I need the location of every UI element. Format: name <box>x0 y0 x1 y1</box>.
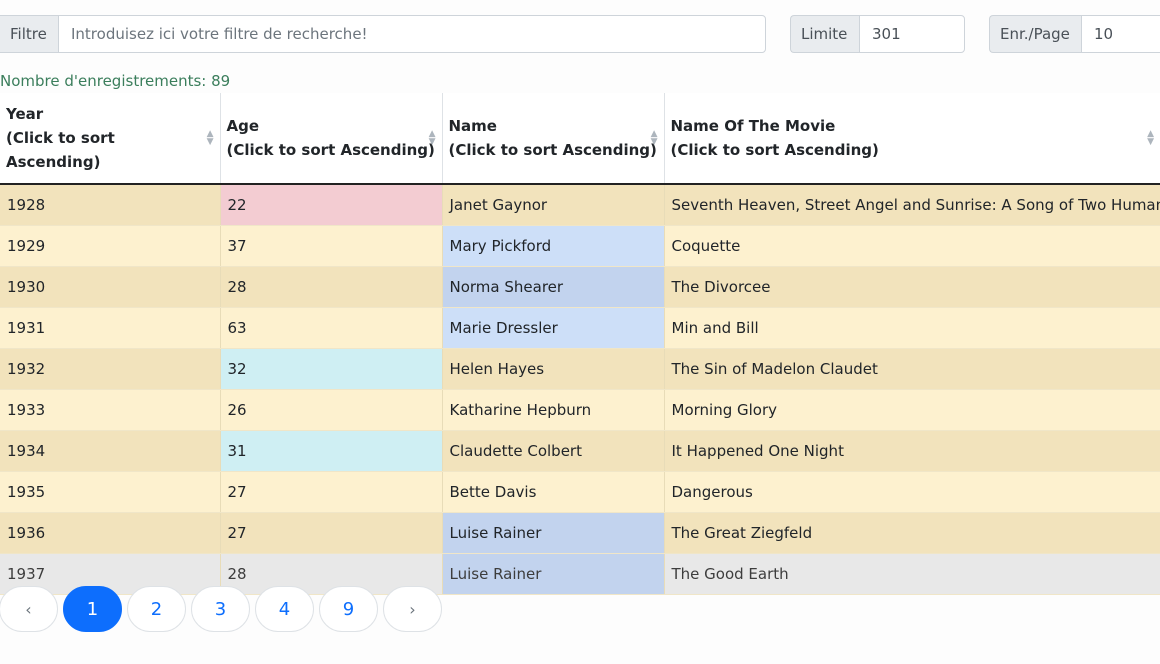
cell-movie: Dangerous <box>664 471 1160 513</box>
page-button-3[interactable]: 3 <box>191 586 250 632</box>
cell-year: 1933 <box>0 389 221 431</box>
table-row[interactable]: 1934 31 Claudette Colbert It Happened On… <box>0 430 1160 472</box>
table-header-row: Year (Click to sort Ascending) ▲ ▼ Age (C… <box>0 93 1160 185</box>
filter-group: Filtre <box>0 15 766 53</box>
sort-icon: ▲ ▼ <box>206 129 214 147</box>
cell-movie: Seventh Heaven, Street Angel and Sunrise… <box>664 184 1160 226</box>
cell-movie: The Great Ziegfeld <box>664 512 1160 554</box>
column-header-movie[interactable]: Name Of The Movie (Click to sort Ascendi… <box>664 93 1160 185</box>
cell-age: 31 <box>220 430 443 472</box>
column-title: Age <box>226 117 260 135</box>
cell-name: Luise Rainer <box>442 553 665 595</box>
sort-icon: ▲ ▼ <box>428 129 436 147</box>
cell-age: 63 <box>220 307 443 349</box>
column-title: Name <box>448 117 497 135</box>
filter-label: Filtre <box>0 15 58 53</box>
limit-label: Limite <box>790 15 859 53</box>
cell-movie: The Sin of Madelon Claudet <box>664 348 1160 390</box>
cell-age: 28 <box>220 266 443 308</box>
table-row[interactable]: 1932 32 Helen Hayes The Sin of Madelon C… <box>0 348 1160 390</box>
table-row[interactable]: 1935 27 Bette Davis Dangerous <box>0 471 1160 513</box>
cell-name: Mary Pickford <box>442 225 665 267</box>
cell-name: Luise Rainer <box>442 512 665 554</box>
cell-name: Katharine Hepburn <box>442 389 665 431</box>
sort-icon: ▲ ▼ <box>1147 129 1154 147</box>
cell-year: 1931 <box>0 307 221 349</box>
cell-age: 37 <box>220 225 443 267</box>
page-button-1[interactable]: 1 <box>63 586 122 632</box>
table-row[interactable]: 1931 63 Marie Dressler Min and Bill <box>0 307 1160 349</box>
sort-icon: ▲ ▼ <box>650 129 658 147</box>
column-title: Year <box>6 105 44 123</box>
cell-age: 26 <box>220 389 443 431</box>
cell-name: Norma Shearer <box>442 266 665 308</box>
column-header-name[interactable]: Name (Click to sort Ascending) ▲ ▼ <box>442 93 665 185</box>
cell-movie: It Happened One Night <box>664 430 1160 472</box>
column-sort-hint: (Click to sort Ascending) <box>448 141 657 159</box>
per-page-input[interactable] <box>1081 15 1160 53</box>
column-title: Name Of The Movie <box>670 117 836 135</box>
cell-movie: The Divorcee <box>664 266 1160 308</box>
page-button-4[interactable]: 4 <box>255 586 314 632</box>
per-page-group: Enr./Page <box>989 15 1160 53</box>
per-page-label: Enr./Page <box>989 15 1081 53</box>
cell-year: 1936 <box>0 512 221 554</box>
cell-movie: The Good Earth <box>664 553 1160 595</box>
cell-name: Janet Gaynor <box>442 184 665 226</box>
table-row[interactable]: 1930 28 Norma Shearer The Divorcee <box>0 266 1160 308</box>
cell-name: Bette Davis <box>442 471 665 513</box>
cell-year: 1935 <box>0 471 221 513</box>
cell-age: 27 <box>220 471 443 513</box>
page-button-9[interactable]: 9 <box>319 586 378 632</box>
cell-movie: Morning Glory <box>664 389 1160 431</box>
cell-movie: Min and Bill <box>664 307 1160 349</box>
table-row[interactable]: 1928 22 Janet Gaynor Seventh Heaven, Str… <box>0 184 1160 226</box>
table-row[interactable]: 1929 37 Mary Pickford Coquette <box>0 225 1160 267</box>
cell-name: Marie Dressler <box>442 307 665 349</box>
pagination: ‹ 1 2 3 4 9 › <box>0 586 448 632</box>
filter-input[interactable] <box>58 15 766 53</box>
cell-name: Claudette Colbert <box>442 430 665 472</box>
cell-year: 1930 <box>0 266 221 308</box>
data-table: Year (Click to sort Ascending) ▲ ▼ Age (C… <box>0 93 1160 595</box>
cell-year: 1929 <box>0 225 221 267</box>
page-button-2[interactable]: 2 <box>127 586 186 632</box>
table-row[interactable]: 1933 26 Katharine Hepburn Morning Glory <box>0 389 1160 431</box>
column-header-year[interactable]: Year (Click to sort Ascending) ▲ ▼ <box>0 93 221 185</box>
cell-age: 27 <box>220 512 443 554</box>
table-row[interactable]: 1936 27 Luise Rainer The Great Ziegfeld <box>0 512 1160 554</box>
column-header-age[interactable]: Age (Click to sort Ascending) ▲ ▼ <box>220 93 443 185</box>
cell-year: 1934 <box>0 430 221 472</box>
limit-input[interactable] <box>859 15 965 53</box>
limit-group: Limite <box>790 15 965 53</box>
cell-age: 32 <box>220 348 443 390</box>
prev-page-button[interactable]: ‹ <box>0 586 58 632</box>
column-sort-hint: (Click to sort Ascending) <box>226 141 435 159</box>
next-page-button[interactable]: › <box>383 586 442 632</box>
cell-movie: Coquette <box>664 225 1160 267</box>
cell-year: 1928 <box>0 184 221 226</box>
column-sort-hint: (Click to sort Ascending) <box>6 129 115 171</box>
cell-age: 22 <box>220 184 443 226</box>
cell-year: 1932 <box>0 348 221 390</box>
column-sort-hint: (Click to sort Ascending) <box>670 141 879 159</box>
record-count: Nombre d'enregistrements: 89 <box>0 72 231 90</box>
cell-name: Helen Hayes <box>442 348 665 390</box>
